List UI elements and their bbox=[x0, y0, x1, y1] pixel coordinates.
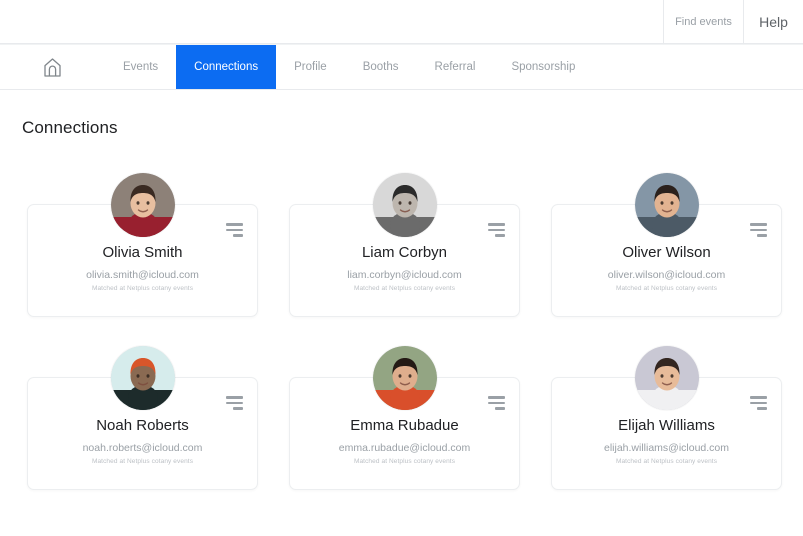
avatar bbox=[634, 346, 699, 410]
connection-name: Emma Rubadue bbox=[350, 417, 459, 434]
connection-card[interactable]: Liam Corbyn liam.corbyn@icloud.com Match… bbox=[289, 172, 520, 317]
connection-email: noah.roberts@icloud.com bbox=[82, 441, 203, 454]
nav-tab-booths[interactable]: Booths bbox=[345, 45, 417, 89]
help-label: Help bbox=[759, 13, 788, 30]
menu-line bbox=[495, 407, 505, 410]
menu-line bbox=[226, 228, 243, 232]
nav-tab-connections[interactable]: Connections bbox=[176, 45, 277, 89]
menu-line bbox=[757, 407, 767, 410]
menu-line bbox=[750, 228, 767, 232]
page-title: Connections bbox=[22, 118, 118, 137]
connection-card-body[interactable]: Emma Rubadue emma.rubadue@icloud.com Mat… bbox=[289, 346, 520, 490]
connection-card[interactable]: Emma Rubadue emma.rubadue@icloud.com Mat… bbox=[289, 345, 520, 490]
connection-note: Matched at Netplus cotany events bbox=[615, 284, 718, 292]
home-button[interactable] bbox=[0, 45, 105, 89]
find-events-button[interactable]: Find events bbox=[663, 0, 743, 43]
connection-note: Matched at Netplus cotany events bbox=[615, 457, 718, 465]
menu-line bbox=[226, 223, 243, 226]
menu-line bbox=[233, 234, 243, 237]
connection-email: olivia.smith@icloud.com bbox=[86, 268, 199, 281]
nav-tab-profile[interactable]: Profile bbox=[276, 45, 345, 89]
avatar bbox=[372, 346, 437, 410]
nav-items-container: Events Connections Profile Booths Referral Sp… bbox=[105, 45, 593, 89]
menu-line bbox=[757, 234, 767, 237]
connection-name: Elijah Williams bbox=[618, 417, 715, 434]
card-menu-icon[interactable] bbox=[225, 396, 243, 410]
nav-tab-sponsorship[interactable]: Sponsorship bbox=[493, 45, 593, 89]
connection-note: Matched at Netplus cotany events bbox=[353, 457, 456, 465]
page-content: Connections Olivia Smith olivia.smith@ic… bbox=[0, 90, 803, 490]
nav-tab-label: Events bbox=[123, 61, 159, 73]
connection-card-body[interactable]: Noah Roberts noah.roberts@icloud.com Mat… bbox=[27, 346, 258, 490]
top-utility-bar: Find events Help bbox=[0, 0, 803, 44]
connections-grid: Olivia Smith olivia.smith@icloud.com Mat… bbox=[22, 172, 782, 490]
menu-line bbox=[750, 223, 767, 226]
connection-name: Liam Corbyn bbox=[361, 244, 448, 261]
menu-line bbox=[495, 234, 505, 237]
nav-tab-label: Booths bbox=[362, 61, 399, 73]
avatar bbox=[110, 346, 175, 410]
nav-tab-label: Sponsorship bbox=[511, 61, 576, 73]
connection-note: Matched at Netplus cotany events bbox=[91, 284, 194, 292]
avatar bbox=[110, 173, 175, 237]
connection-card[interactable]: Noah Roberts noah.roberts@icloud.com Mat… bbox=[27, 345, 258, 490]
card-menu-icon[interactable] bbox=[487, 223, 505, 237]
menu-line bbox=[750, 396, 767, 399]
connection-email: elijah.williams@icloud.com bbox=[603, 441, 730, 454]
connection-email: oliver.wilson@icloud.com bbox=[607, 268, 726, 281]
card-menu-icon[interactable] bbox=[749, 396, 767, 410]
connection-email: emma.rubadue@icloud.com bbox=[338, 441, 471, 454]
connection-name: Olivia Smith bbox=[102, 244, 183, 261]
nav-tab-label: Referral bbox=[434, 61, 476, 73]
card-menu-icon[interactable] bbox=[225, 223, 243, 237]
menu-line bbox=[488, 228, 505, 232]
menu-line bbox=[488, 223, 505, 226]
connection-card[interactable]: Elijah Williams elijah.williams@icloud.c… bbox=[551, 345, 782, 490]
find-events-label: Find events bbox=[675, 15, 732, 28]
avatar bbox=[372, 173, 437, 237]
nav-tab-referral[interactable]: Referral bbox=[417, 45, 494, 89]
home-icon bbox=[43, 57, 62, 78]
avatar bbox=[634, 173, 699, 237]
menu-line bbox=[226, 396, 243, 399]
connection-note: Matched at Netplus cotany events bbox=[91, 457, 194, 465]
card-menu-icon[interactable] bbox=[487, 396, 505, 410]
nav-tab-label: Profile bbox=[294, 61, 327, 73]
connection-email: liam.corbyn@icloud.com bbox=[347, 268, 462, 281]
menu-line bbox=[233, 407, 243, 410]
connection-card-body[interactable]: Olivia Smith olivia.smith@icloud.com Mat… bbox=[27, 173, 258, 317]
help-button[interactable]: Help bbox=[743, 0, 803, 43]
connection-card[interactable]: Olivia Smith olivia.smith@icloud.com Mat… bbox=[27, 172, 258, 317]
menu-line bbox=[488, 401, 505, 405]
main-navigation: Events Connections Profile Booths Referral Sp… bbox=[0, 44, 803, 90]
card-menu-icon[interactable] bbox=[749, 223, 767, 237]
connection-note: Matched at Netplus cotany events bbox=[353, 284, 456, 292]
nav-tab-label: Connections bbox=[194, 61, 259, 73]
connection-card-body[interactable]: Oliver Wilson oliver.wilson@icloud.com M… bbox=[551, 173, 782, 317]
menu-line bbox=[226, 401, 243, 405]
nav-tab-events[interactable]: Events bbox=[105, 45, 176, 89]
connection-name: Oliver Wilson bbox=[622, 244, 711, 261]
connection-card[interactable]: Oliver Wilson oliver.wilson@icloud.com M… bbox=[551, 172, 782, 317]
connection-card-body[interactable]: Liam Corbyn liam.corbyn@icloud.com Match… bbox=[289, 173, 520, 317]
menu-line bbox=[750, 401, 767, 405]
connection-name: Noah Roberts bbox=[96, 417, 189, 434]
menu-line bbox=[488, 396, 505, 399]
connection-card-body[interactable]: Elijah Williams elijah.williams@icloud.c… bbox=[551, 346, 782, 490]
